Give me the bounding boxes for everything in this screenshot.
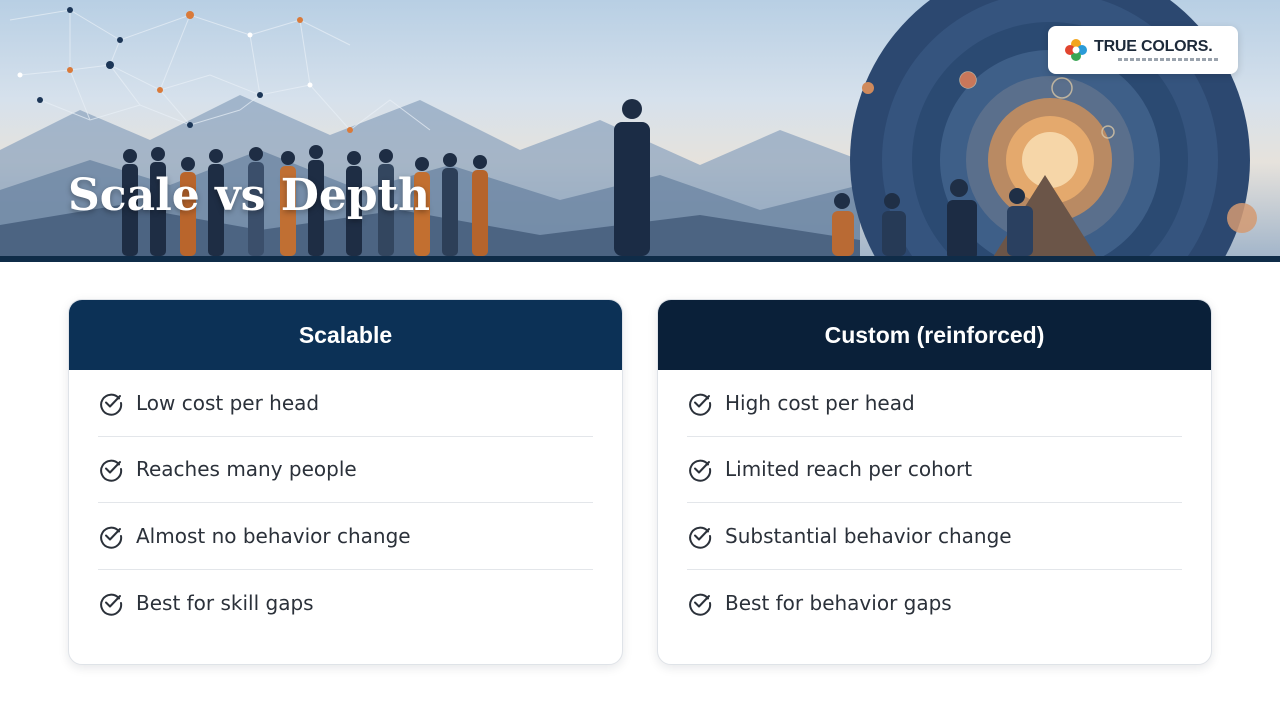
list-item-text: Low cost per head — [136, 390, 320, 415]
logo-tagline — [1118, 58, 1218, 61]
check-circle-icon — [689, 593, 712, 616]
card-list: Low cost per head Reaches many people Al… — [69, 370, 622, 636]
list-item: Limited reach per cohort — [687, 437, 1182, 503]
list-item: High cost per head — [687, 370, 1182, 437]
company-logo: TRUE COLORS. — [1048, 26, 1238, 74]
list-item: Almost no behavior change — [98, 503, 593, 570]
list-item: Best for behavior gaps — [687, 570, 1182, 637]
check-circle-icon — [100, 593, 123, 616]
check-circle-icon — [100, 526, 123, 549]
list-item: Low cost per head — [98, 370, 593, 437]
card-header: Custom (reinforced) — [658, 300, 1211, 370]
list-item-text: Best for behavior gaps — [725, 590, 952, 615]
list-item-text: Substantial behavior change — [725, 523, 1012, 548]
banner-divider — [0, 256, 1280, 262]
list-item-text: High cost per head — [725, 390, 915, 415]
list-item: Best for skill gaps — [98, 570, 593, 637]
card-header: Scalable — [69, 300, 622, 370]
check-circle-icon — [100, 393, 123, 416]
slide-title: Scale vs Depth — [68, 170, 430, 221]
check-circle-icon — [100, 460, 123, 482]
card-list: High cost per head Limited reach per coh… — [658, 370, 1211, 636]
custom-card: Custom (reinforced) High cost per head L… — [657, 299, 1212, 665]
scalable-card: Scalable Low cost per head Reaches many … — [68, 299, 623, 665]
list-item-text: Almost no behavior change — [136, 523, 411, 548]
check-circle-icon — [689, 393, 712, 416]
list-item-text: Limited reach per cohort — [725, 457, 973, 482]
list-item-text: Reaches many people — [136, 457, 357, 482]
list-item: Reaches many people — [98, 437, 593, 503]
logo-wordmark: TRUE COLORS. — [1094, 38, 1213, 55]
check-circle-icon — [689, 526, 712, 549]
list-item-text: Best for skill gaps — [136, 590, 314, 615]
logo-icon — [1065, 39, 1087, 61]
list-item: Substantial behavior change — [687, 503, 1182, 570]
check-circle-icon — [689, 460, 712, 482]
